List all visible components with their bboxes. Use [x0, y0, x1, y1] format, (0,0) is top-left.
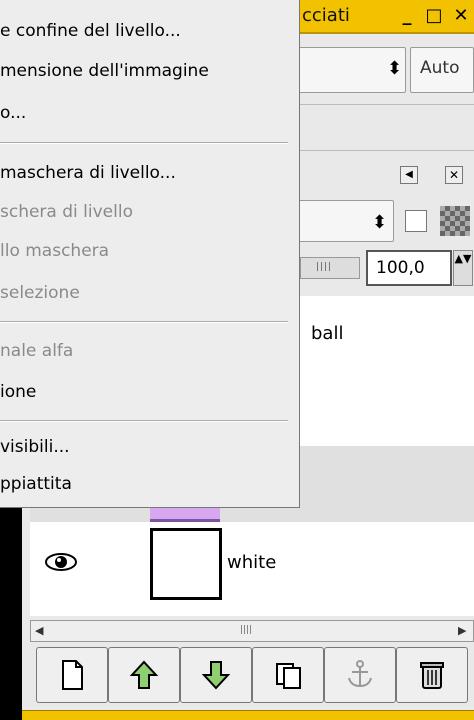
anchor-layer-icon	[348, 660, 372, 688]
delete-layer-button[interactable]	[396, 647, 468, 703]
raise-layer-icon	[129, 660, 159, 689]
menu-item-flatten-image[interactable]: ppiattita	[0, 474, 290, 512]
menu-item-alpha-to-selection[interactable]: ione	[0, 382, 290, 420]
minimize-button[interactable]: _	[396, 5, 418, 27]
menu-separator	[0, 420, 288, 422]
close-button[interactable]: ✕	[450, 5, 472, 27]
maximize-button[interactable]: □	[423, 5, 445, 27]
lower-layer-button[interactable]	[180, 647, 252, 703]
image-combo-arrow-icon[interactable]: ⬍	[387, 58, 402, 79]
window-title: cciati	[302, 5, 350, 26]
new-layer-button[interactable]	[36, 647, 108, 703]
menu-item-add-alpha-channel[interactable]: nale alfa	[0, 341, 290, 379]
menu-item-merge-visible[interactable]: visibili...	[0, 437, 290, 475]
new-layer-icon	[62, 660, 83, 690]
menu-item-apply-layer-mask[interactable]: schera di livello	[0, 202, 290, 240]
menu-item-add-layer-mask[interactable]: maschera di livello...	[0, 163, 290, 201]
duplicate-layer-icon	[276, 663, 301, 689]
panel-close-icon[interactable]: ✕	[445, 166, 463, 184]
divider	[300, 104, 474, 105]
delete-layer-icon	[420, 662, 444, 689]
anchor-layer-button[interactable]	[324, 647, 396, 703]
opacity-value: 100,0	[376, 258, 425, 278]
slider-grip: ||||	[316, 262, 333, 272]
keep-transparency-checkbox[interactable]	[405, 210, 427, 232]
scroll-grip[interactable]: ||||	[240, 625, 252, 635]
layer-name[interactable]: ball	[311, 323, 343, 344]
opacity-spinner[interactable]: ▲▼	[453, 250, 473, 286]
mode-combo-arrow-icon[interactable]: ⬍	[372, 212, 387, 233]
panel-menu-icon[interactable]: ◀	[400, 166, 418, 184]
scroll-left-icon[interactable]: ◀	[35, 624, 43, 637]
lower-layer-icon	[201, 661, 231, 690]
menu-item-mask-to-selection[interactable]: selezione	[0, 283, 290, 321]
duplicate-layer-button[interactable]	[252, 647, 324, 703]
menu-separator	[0, 142, 288, 144]
menu-item-scale-layer[interactable]: o...	[0, 103, 290, 141]
scroll-right-icon[interactable]: ▶	[458, 624, 466, 637]
menu-item-delete-layer-mask[interactable]: llo maschera	[0, 241, 290, 279]
divider	[300, 150, 474, 151]
layer-thumbnail[interactable]	[150, 528, 222, 600]
zoom-label: Auto	[420, 58, 460, 78]
menu-separator	[0, 321, 288, 323]
alpha-checker-icon	[440, 206, 470, 236]
raise-layer-button[interactable]	[108, 647, 180, 703]
window-border	[22, 710, 474, 720]
layer-name[interactable]: white	[227, 552, 276, 573]
menu-item-layer-to-image-size[interactable]: mensione dell'immagine	[0, 61, 290, 99]
menu-item-boundary-size[interactable]: e confine del livello...	[0, 21, 290, 59]
eye-icon[interactable]	[44, 550, 78, 574]
